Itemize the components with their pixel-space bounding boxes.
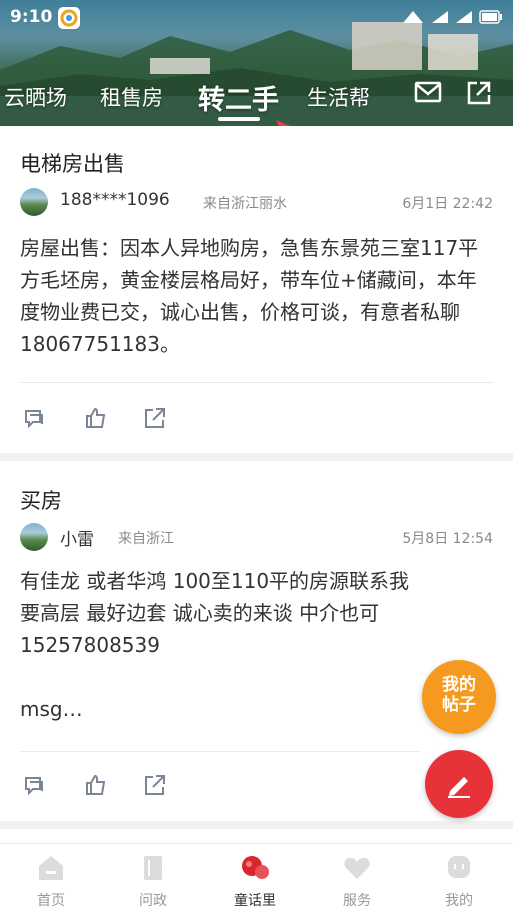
tab-zushoufang[interactable]: 租售房 bbox=[100, 82, 163, 112]
post-time: 5月8日 12:54 bbox=[402, 531, 493, 547]
bottom-nav: 首页 问政 童话里 服务 我的 bbox=[0, 843, 513, 915]
post-body-line: 要高层 最好边套 诚心卖的来谈 中介也可 bbox=[20, 601, 380, 625]
tab-yunshaichang[interactable]: 云晒场 bbox=[4, 82, 67, 112]
divider bbox=[20, 751, 420, 752]
my-posts-label-line2: 帖子 bbox=[442, 695, 476, 715]
share-icon[interactable] bbox=[143, 406, 167, 430]
nav-label: 我的 bbox=[445, 893, 473, 909]
tab-zhuanershou[interactable]: 转二手 bbox=[198, 78, 279, 117]
pencil-icon bbox=[448, 777, 470, 798]
share-icon[interactable] bbox=[466, 80, 492, 106]
post-title: 电梯房出售 bbox=[20, 152, 125, 176]
post-card[interactable]: 电梯房出售 188****1096 来自浙江丽水 6月1日 22:42 房屋出售… bbox=[0, 126, 513, 453]
book-icon bbox=[144, 856, 162, 880]
divider bbox=[20, 382, 494, 383]
nav-mine[interactable]: 我的 bbox=[408, 844, 510, 915]
heart-icon bbox=[344, 857, 370, 879]
post-time: 6月1日 22:42 bbox=[402, 196, 493, 212]
compose-button[interactable] bbox=[425, 750, 493, 818]
profile-icon bbox=[448, 856, 470, 878]
post-card-next bbox=[0, 829, 513, 843]
tab-shenghuobang[interactable]: 生活帮 bbox=[307, 82, 370, 112]
cellular-icon bbox=[456, 11, 472, 23]
post-body-line bbox=[20, 661, 440, 693]
nav-label: 首页 bbox=[37, 893, 65, 909]
like-icon[interactable] bbox=[84, 406, 108, 430]
author-name[interactable]: 188****1096 bbox=[60, 190, 170, 210]
nav-label: 童话里 bbox=[234, 893, 276, 909]
avatar[interactable] bbox=[20, 523, 48, 551]
post-body: 有佳龙 或者华鸿 100至110平的房源联系我 要高层 最好边套 诚心卖的来谈 … bbox=[20, 565, 440, 725]
avatar[interactable] bbox=[20, 188, 48, 216]
nav-label: 服务 bbox=[343, 893, 371, 909]
my-posts-label-line1: 我的 bbox=[442, 675, 476, 695]
author-name[interactable]: 小雷 bbox=[60, 525, 94, 550]
header-banner: 9:10 云晒场 租售房 转二手 生活帮 bbox=[0, 0, 513, 126]
post-source: 来自浙江 bbox=[118, 531, 174, 547]
post-body-line: msg… bbox=[20, 697, 83, 721]
status-time: 9:10 bbox=[10, 7, 53, 27]
nav-home[interactable]: 首页 bbox=[0, 844, 102, 915]
app-logo-icon bbox=[58, 7, 80, 29]
comment-icon[interactable] bbox=[22, 406, 46, 430]
active-tab-indicator bbox=[218, 117, 260, 121]
my-posts-button[interactable]: 我的 帖子 bbox=[422, 660, 496, 734]
nav-wenzheng[interactable]: 问政 bbox=[102, 844, 204, 915]
community-icon bbox=[242, 856, 269, 879]
comment-icon[interactable] bbox=[22, 773, 46, 797]
share-icon[interactable] bbox=[143, 773, 167, 797]
nav-fuwu[interactable]: 服务 bbox=[306, 844, 408, 915]
post-source: 来自浙江丽水 bbox=[203, 196, 287, 212]
post-body: 房屋出售：因本人异地购房，急售东景苑三室117平方毛坯房，黄金楼层格局好，带车位… bbox=[20, 236, 479, 356]
like-icon[interactable] bbox=[84, 773, 108, 797]
post-title: 买房 bbox=[20, 489, 62, 513]
home-icon bbox=[39, 856, 63, 880]
battery-icon bbox=[479, 10, 502, 24]
post-body-line: 有佳龙 或者华鸿 100至110平的房源联系我 bbox=[20, 569, 410, 593]
mail-icon[interactable] bbox=[414, 80, 442, 104]
signal-icon bbox=[403, 11, 423, 23]
status-icons bbox=[401, 9, 503, 25]
post-body-line: 15257808539 bbox=[20, 633, 160, 657]
nav-label: 问政 bbox=[139, 893, 167, 909]
nav-tonghuali[interactable]: 童话里 bbox=[204, 844, 306, 915]
wifi-icon bbox=[432, 11, 448, 23]
